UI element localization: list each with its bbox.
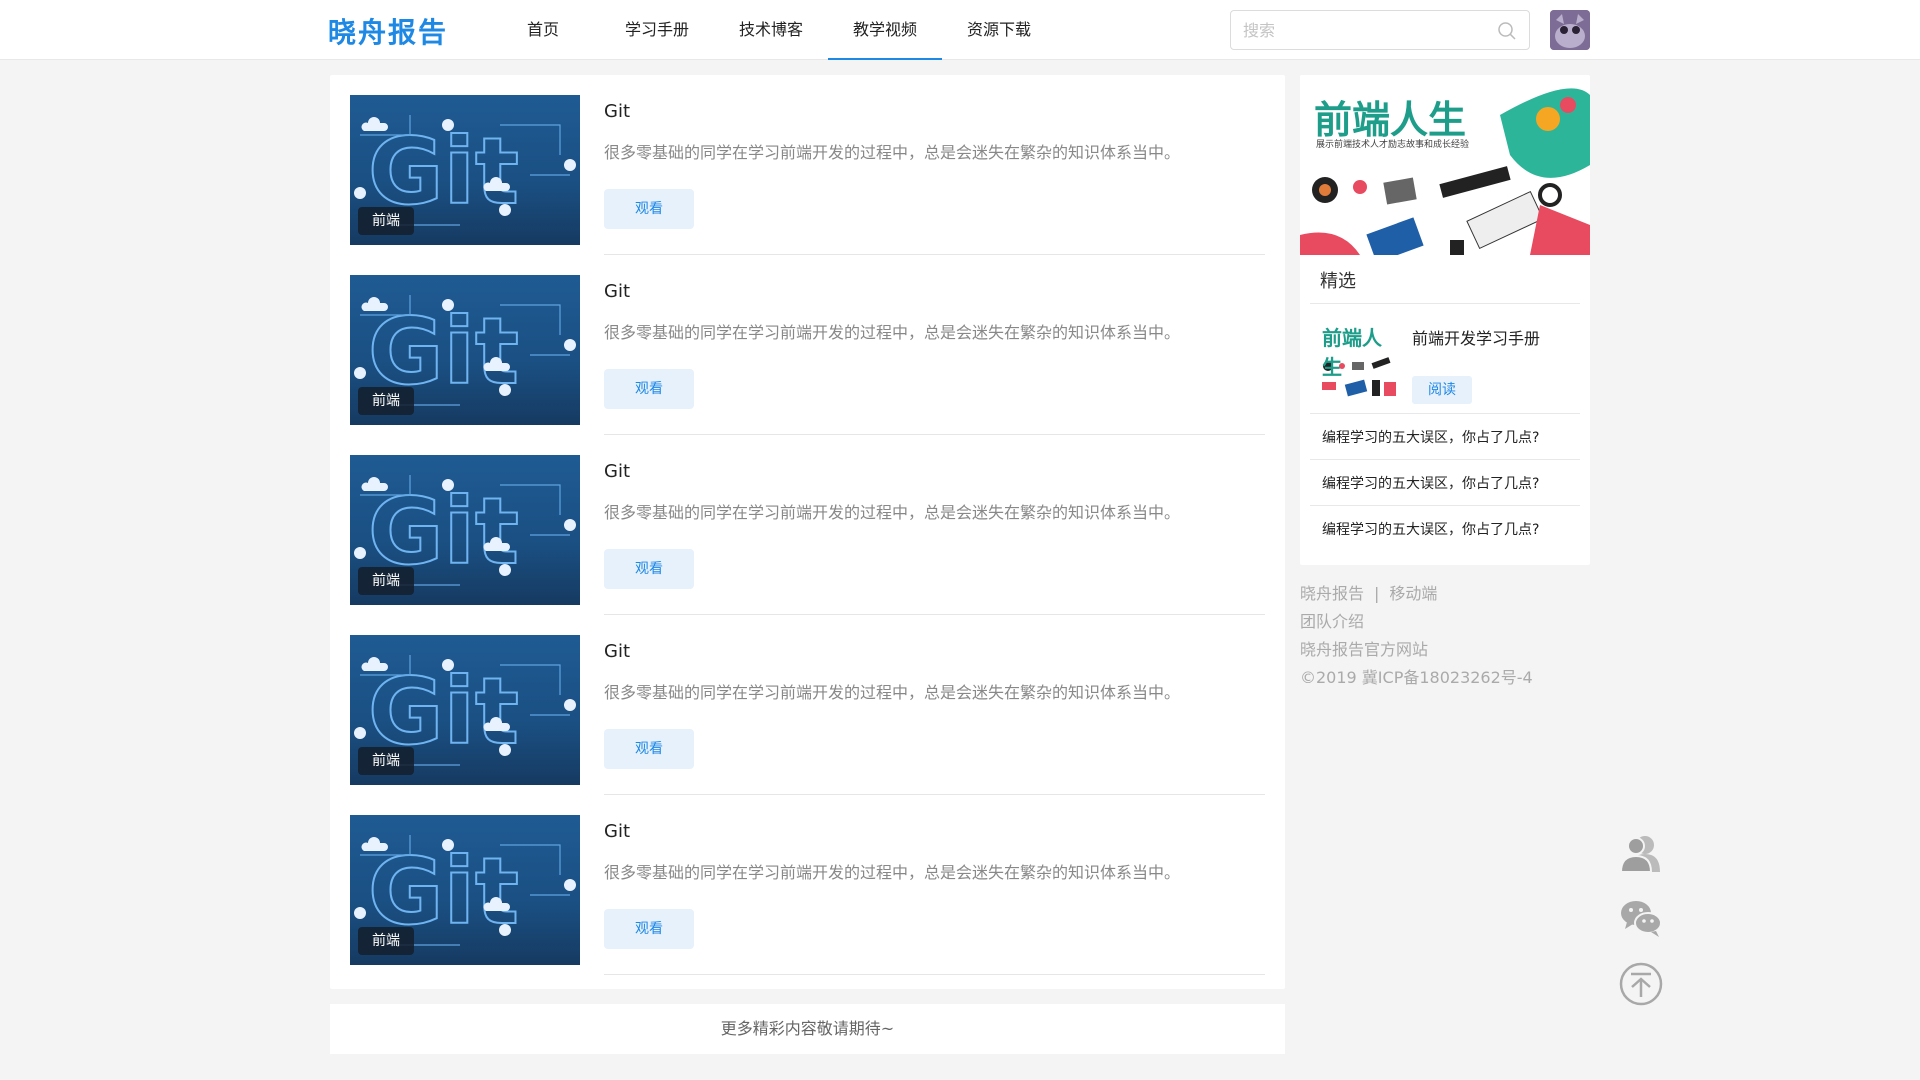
video-title[interactable]: Git xyxy=(604,641,630,662)
video-description: 很多零基础的同学在学习前端开发的过程中，总是会迷失在繁杂的知识体系当中。 xyxy=(604,683,1181,702)
video-thumbnail[interactable]: Git 前端 xyxy=(350,455,580,605)
wechat-icon[interactable] xyxy=(1618,895,1664,941)
featured-heading: 精选 xyxy=(1320,271,1356,292)
nav-item-videos[interactable]: 教学视频 xyxy=(828,0,942,60)
footer-icp: ©2019 冀ICP备18023262号-4 xyxy=(1300,668,1533,687)
article-link[interactable]: 编程学习的五大误区，你占了几点? xyxy=(1322,427,1539,447)
main-nav: 首页 学习手册 技术博客 教学视频 资源下载 xyxy=(486,0,1056,60)
category-tag: 前端 xyxy=(358,927,414,955)
category-tag: 前端 xyxy=(358,747,414,775)
featured-thumbnail[interactable]: 前端人生 xyxy=(1320,320,1396,400)
video-item: Git 前端 Git 很多零基础的同学在学习前端开发的过程中，总是会迷失在繁杂的… xyxy=(350,795,1265,975)
video-description: 很多零基础的同学在学习前端开发的过程中，总是会迷失在繁杂的知识体系当中。 xyxy=(604,143,1181,162)
featured-thumb-title: 前端人生 xyxy=(1322,326,1382,379)
footer-brand-link[interactable]: 晓舟报告 xyxy=(1300,584,1364,603)
video-title[interactable]: Git xyxy=(604,821,630,842)
video-thumbnail[interactable]: Git 前端 xyxy=(350,95,580,245)
search-input[interactable] xyxy=(1243,11,1483,49)
nav-item-manual[interactable]: 学习手册 xyxy=(600,0,714,60)
top-header: 晓舟报告 首页 学习手册 技术博客 教学视频 资源下载 xyxy=(0,0,1920,60)
site-logo[interactable]: 晓舟报告 xyxy=(328,11,448,51)
video-thumbnail[interactable]: Git 前端 xyxy=(350,635,580,785)
contact-icon[interactable] xyxy=(1618,830,1664,876)
video-title[interactable]: Git xyxy=(604,281,630,302)
search-icon[interactable] xyxy=(1497,21,1517,41)
watch-button[interactable]: 观看 xyxy=(604,909,694,949)
divider xyxy=(604,974,1265,975)
back-to-top-icon[interactable] xyxy=(1618,961,1664,1007)
divider xyxy=(1310,413,1580,414)
nav-item-downloads[interactable]: 资源下载 xyxy=(942,0,1056,60)
sidebar-footer: 晓舟报告 | 移动端 团队介绍 晓舟报告官方网站 ©2019 冀ICP备180232… xyxy=(1300,580,1533,692)
video-thumbnail[interactable]: Git 前端 xyxy=(350,815,580,965)
video-item: Git 前端 Git 很多零基础的同学在学习前端开发的过程中，总是会迷失在繁杂的… xyxy=(350,75,1265,255)
video-title[interactable]: Git xyxy=(604,461,630,482)
article-link[interactable]: 编程学习的五大误区，你占了几点? xyxy=(1322,473,1539,493)
video-thumbnail[interactable]: Git 前端 xyxy=(350,275,580,425)
banner-title: 前端人生 xyxy=(1314,98,1467,142)
watch-button[interactable]: 观看 xyxy=(604,549,694,589)
video-item: Git 前端 Git 很多零基础的同学在学习前端开发的过程中，总是会迷失在繁杂的… xyxy=(350,255,1265,435)
watch-button[interactable]: 观看 xyxy=(604,369,694,409)
footer-separator: | xyxy=(1374,584,1380,603)
divider xyxy=(1310,459,1580,460)
read-button[interactable]: 阅读 xyxy=(1412,376,1472,404)
featured-title[interactable]: 前端开发学习手册 xyxy=(1412,325,1540,349)
divider xyxy=(1310,505,1580,506)
divider xyxy=(1310,303,1580,304)
category-tag: 前端 xyxy=(358,567,414,595)
category-tag: 前端 xyxy=(358,207,414,235)
footer-mobile-link[interactable]: 移动端 xyxy=(1389,584,1437,603)
video-description: 很多零基础的同学在学习前端开发的过程中，总是会迷失在繁杂的知识体系当中。 xyxy=(604,323,1181,342)
footer-team-link[interactable]: 团队介绍 xyxy=(1300,612,1364,631)
video-item: Git 前端 Git 很多零基础的同学在学习前端开发的过程中，总是会迷失在繁杂的… xyxy=(350,615,1265,795)
nav-item-blog[interactable]: 技术博客 xyxy=(714,0,828,60)
user-avatar[interactable] xyxy=(1550,10,1590,50)
video-description: 很多零基础的同学在学习前端开发的过程中，总是会迷失在繁杂的知识体系当中。 xyxy=(604,503,1181,522)
footer-official-link[interactable]: 晓舟报告官方网站 xyxy=(1300,640,1428,659)
sidebar-banner[interactable]: 前端人生 展示前端技术人才励志故事和成长经验 xyxy=(1300,75,1590,255)
article-link[interactable]: 编程学习的五大误区，你占了几点? xyxy=(1322,519,1539,539)
banner-subtitle: 展示前端技术人才励志故事和成长经验 xyxy=(1316,140,1470,150)
watch-button[interactable]: 观看 xyxy=(604,729,694,769)
video-description: 很多零基础的同学在学习前端开发的过程中，总是会迷失在繁杂的知识体系当中。 xyxy=(604,863,1181,882)
video-list: Git 前端 Git 很多零基础的同学在学习前端开发的过程中，总是会迷失在繁杂的… xyxy=(330,75,1285,989)
watch-button[interactable]: 观看 xyxy=(604,189,694,229)
more-content-notice: 更多精彩内容敬请期待~ xyxy=(330,1004,1285,1054)
video-title[interactable]: Git xyxy=(604,101,630,122)
search-box xyxy=(1230,10,1530,50)
nav-item-home[interactable]: 首页 xyxy=(486,0,600,60)
sidebar: 前端人生 展示前端技术人才励志故事和成长经验 精选 前端人生 前端开发学习手册 … xyxy=(1300,75,1590,565)
category-tag: 前端 xyxy=(358,387,414,415)
video-item: Git 前端 Git 很多零基础的同学在学习前端开发的过程中，总是会迷失在繁杂的… xyxy=(350,435,1265,615)
